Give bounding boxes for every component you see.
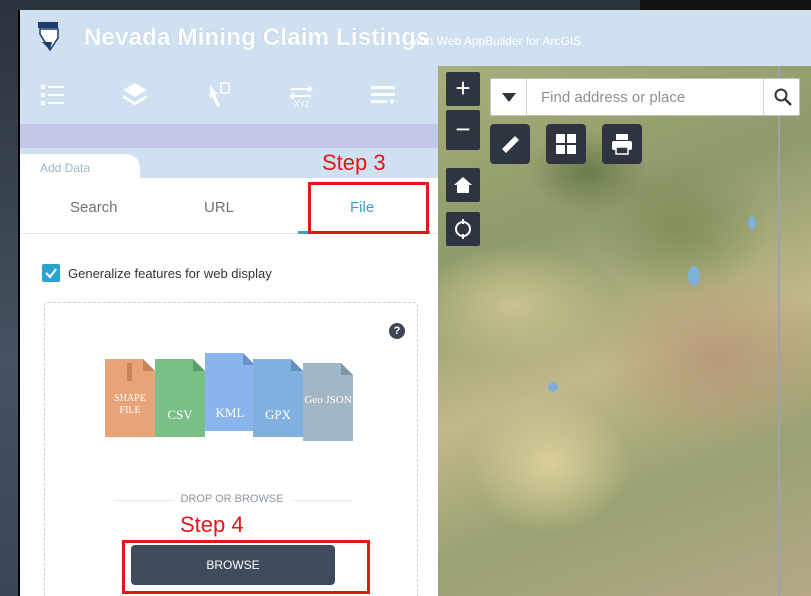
grid-icon xyxy=(556,134,576,154)
app-header: Nevada Mining Claim Listings with Web Ap… xyxy=(18,10,811,66)
step3-highlight-box xyxy=(308,182,429,234)
printer-icon xyxy=(612,134,632,155)
gpx-icon: GPX xyxy=(253,359,303,437)
caret-down-icon xyxy=(502,93,516,102)
kml-icon: KML xyxy=(205,353,255,431)
step4-highlight-box xyxy=(122,540,370,594)
crosshair-icon xyxy=(455,219,471,239)
xyz-coordinate-icon[interactable]: XYZ xyxy=(286,80,316,110)
search-input[interactable]: Find address or place xyxy=(541,89,685,106)
tab-add-data-label: Add Data xyxy=(40,161,91,175)
widget-toolbar: XYZ xyxy=(18,66,438,124)
nevada-logo-icon xyxy=(38,22,59,52)
my-location-button[interactable] xyxy=(446,212,480,246)
csv-icon: CSV xyxy=(155,359,205,437)
step4-annotation: Step 4 xyxy=(180,512,244,537)
legend-icon[interactable] xyxy=(38,80,68,110)
geojson-icon: Geo JSON xyxy=(303,363,353,441)
home-icon xyxy=(454,177,472,193)
generalize-label: Generalize features for web display xyxy=(68,266,272,281)
subtab-url[interactable]: URL xyxy=(204,199,234,216)
map-lake xyxy=(688,266,700,286)
generalize-checkbox[interactable] xyxy=(42,264,60,282)
kml-label: KML xyxy=(215,405,245,420)
shapefile-label: SHAPE FILE xyxy=(114,393,146,416)
help-icon[interactable]: ? xyxy=(389,323,405,339)
home-button[interactable] xyxy=(446,168,480,202)
csv-label: CSV xyxy=(167,407,193,422)
map-lake xyxy=(548,382,558,392)
geojson-label: Geo JSON xyxy=(304,394,352,406)
ruler-icon xyxy=(502,136,519,153)
drop-or-browse-text: DROP OR BROWSE xyxy=(180,493,284,505)
search-icon xyxy=(774,88,792,106)
tab-add-data[interactable]: Add Data xyxy=(20,154,140,180)
step3-annotation: Step 3 xyxy=(322,150,386,175)
list-icon[interactable] xyxy=(368,80,398,110)
map-lake xyxy=(748,216,756,230)
basemap-gallery-button[interactable] xyxy=(546,124,586,164)
search-button[interactable] xyxy=(763,79,799,115)
layers-icon[interactable] xyxy=(120,80,150,110)
checkmark-icon xyxy=(45,268,57,279)
subtab-search[interactable]: Search xyxy=(70,199,118,216)
print-button[interactable] xyxy=(602,124,642,164)
background-top-strip xyxy=(640,0,811,10)
svg-text:XYZ: XYZ xyxy=(294,100,310,109)
toolbar-separator-band xyxy=(18,124,438,148)
gpx-label: GPX xyxy=(264,407,291,422)
map-road xyxy=(778,66,780,596)
map-view[interactable]: + − Find address or place xyxy=(438,66,811,596)
measure-coordinates-icon[interactable] xyxy=(204,80,234,110)
geocoder-search: Find address or place xyxy=(490,78,800,116)
zoom-in-button[interactable]: + xyxy=(446,72,480,106)
app-subtitle: with Web AppBuilder for ArcGIS xyxy=(412,34,582,48)
search-source-dropdown[interactable] xyxy=(491,79,527,115)
shapefile-icon: SHAPE FILE xyxy=(105,359,155,437)
measurement-button[interactable] xyxy=(490,124,530,164)
zoom-out-button[interactable]: − xyxy=(446,110,480,150)
app-title: Nevada Mining Claim Listings xyxy=(84,24,430,51)
